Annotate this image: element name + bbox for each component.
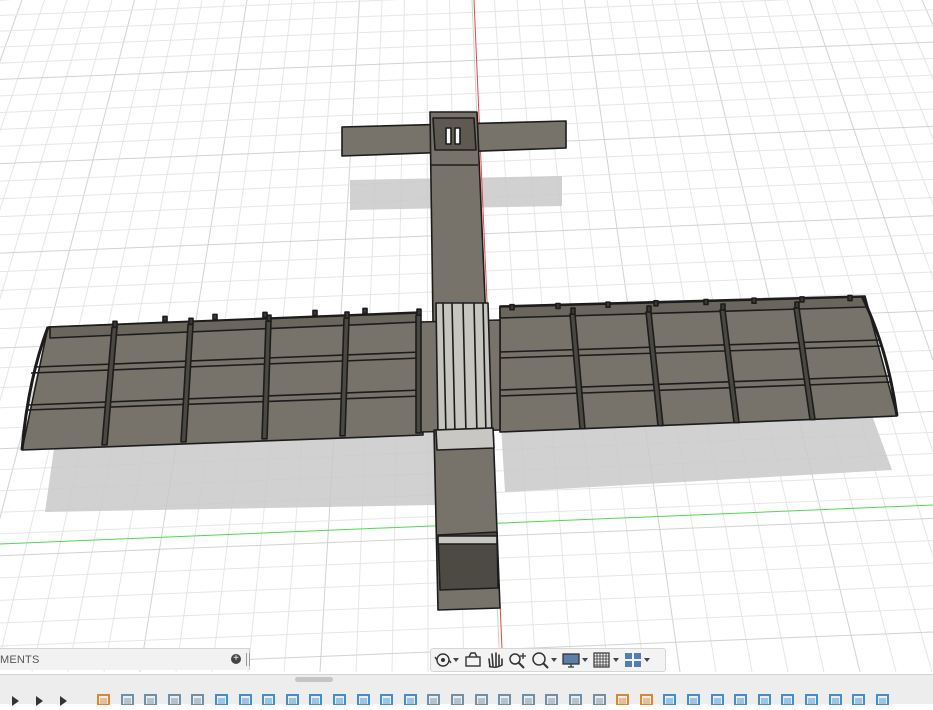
extrude-feature-icon[interactable] xyxy=(686,692,702,704)
extrude-feature-icon[interactable] xyxy=(757,692,773,704)
plane-feature-icon[interactable] xyxy=(450,692,466,704)
rib-tab xyxy=(571,308,575,314)
extrude-feature-icon[interactable] xyxy=(733,692,749,704)
pan-icon[interactable] xyxy=(484,650,506,670)
display-settings-icon[interactable] xyxy=(561,650,591,670)
zoom-icon[interactable] xyxy=(507,650,529,670)
plane-feature-icon[interactable] xyxy=(190,692,206,704)
extrude-feature-icon[interactable] xyxy=(356,692,372,704)
plus-circle-icon[interactable]: + xyxy=(231,654,241,664)
rib-tab xyxy=(654,301,658,306)
tail-slot-left xyxy=(446,128,451,144)
rib-tab xyxy=(647,306,651,312)
nose-bulkhead xyxy=(438,536,497,544)
play-back-icon[interactable] xyxy=(12,696,19,706)
plane-feature-icon[interactable] xyxy=(474,692,490,704)
plane-feature-icon[interactable] xyxy=(167,692,183,704)
rib-tab xyxy=(795,302,799,308)
sketch-feature-icon[interactable] xyxy=(96,692,112,704)
extrude-feature-icon[interactable] xyxy=(780,692,796,704)
rib-tab xyxy=(163,316,167,321)
rib-tab xyxy=(263,312,267,317)
play-icon[interactable] xyxy=(36,696,43,706)
rib-tab xyxy=(113,321,117,327)
rib-tab xyxy=(510,305,514,310)
fit-icon[interactable] xyxy=(530,650,560,670)
rib-tab xyxy=(363,308,367,313)
plane-feature-icon[interactable] xyxy=(568,692,584,704)
rib-tab xyxy=(189,318,193,324)
rib-tab xyxy=(848,296,852,301)
plane-feature-icon[interactable] xyxy=(521,692,537,704)
viewports-icon[interactable] xyxy=(623,650,653,670)
rib-tab xyxy=(721,304,725,310)
rib-tab xyxy=(800,297,804,302)
rib-tab xyxy=(213,314,217,319)
extrude-feature-icon[interactable] xyxy=(875,692,891,704)
extrude-feature-icon[interactable] xyxy=(662,692,678,704)
extrude-feature-icon[interactable] xyxy=(403,692,419,704)
3d-viewport[interactable] xyxy=(0,0,933,703)
rib-tab xyxy=(704,299,708,304)
rib-tab xyxy=(417,309,421,315)
rib-tab xyxy=(606,302,610,307)
sketch-feature-icon[interactable] xyxy=(639,692,655,704)
look-at-icon[interactable] xyxy=(463,650,483,670)
extrude-feature-icon[interactable] xyxy=(238,692,254,704)
plane-feature-icon[interactable] xyxy=(592,692,608,704)
extrude-feature-icon[interactable] xyxy=(804,692,820,704)
extrude-feature-icon[interactable] xyxy=(828,692,844,704)
timeline-scrollbar[interactable] xyxy=(295,677,333,682)
wing-rib xyxy=(416,315,421,433)
plane-feature-icon[interactable] xyxy=(426,692,442,704)
extrude-feature-icon[interactable] xyxy=(214,692,230,704)
skip-end-icon[interactable] xyxy=(60,696,67,706)
plane-feature-icon[interactable] xyxy=(143,692,159,704)
comments-panel[interactable]: MENTS + xyxy=(0,648,250,670)
extrude-feature-icon[interactable] xyxy=(710,692,726,704)
rib-tab xyxy=(345,312,349,318)
design-timeline[interactable] xyxy=(0,674,933,704)
plane-feature-icon[interactable] xyxy=(120,692,136,704)
extrude-feature-icon[interactable] xyxy=(332,692,348,704)
extrude-feature-icon[interactable] xyxy=(285,692,301,704)
panel-grip-icon[interactable] xyxy=(246,653,250,666)
sketch-feature-icon[interactable] xyxy=(615,692,631,704)
extrude-feature-icon[interactable] xyxy=(308,692,324,704)
rib-tab xyxy=(556,303,560,308)
front-bulkhead xyxy=(436,428,494,450)
plane-feature-icon[interactable] xyxy=(497,692,513,704)
extrude-feature-icon[interactable] xyxy=(379,692,395,704)
rib-tab xyxy=(313,310,317,315)
plane-feature-icon[interactable] xyxy=(544,692,560,704)
navigation-toolbar xyxy=(430,648,666,672)
extrude-feature-icon[interactable] xyxy=(851,692,867,704)
rib-tab xyxy=(752,298,756,303)
grid-settings-icon[interactable] xyxy=(592,650,622,670)
comments-label: MENTS xyxy=(0,654,40,666)
orbit-icon[interactable] xyxy=(434,650,462,670)
tail-slot-right xyxy=(455,128,460,144)
extrude-feature-icon[interactable] xyxy=(261,692,277,704)
